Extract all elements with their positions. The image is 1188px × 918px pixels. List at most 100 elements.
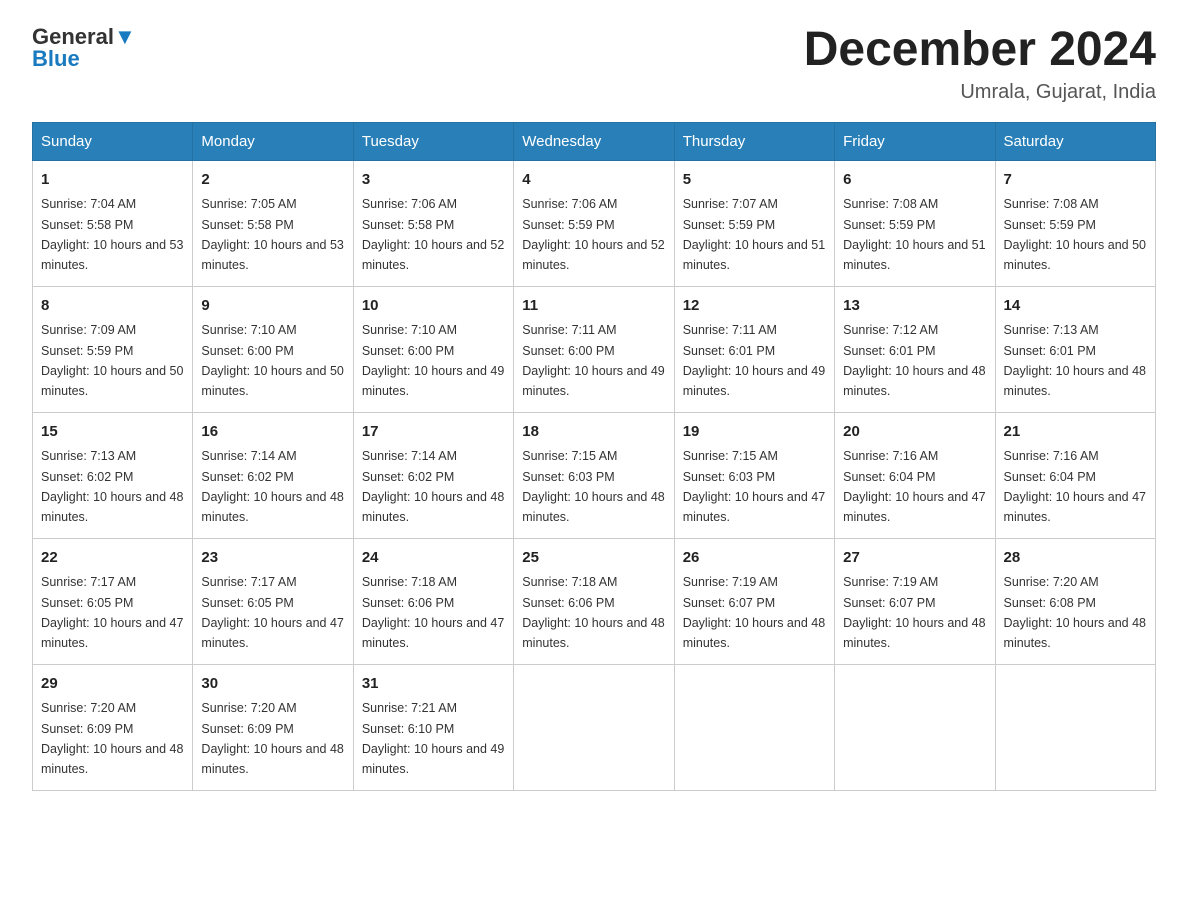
day-number: 24: [362, 547, 505, 570]
table-row: 30 Sunrise: 7:20 AMSunset: 6:09 PMDayligh…: [193, 664, 353, 790]
table-row: [674, 664, 834, 790]
day-number: 17: [362, 421, 505, 444]
table-row: 25 Sunrise: 7:18 AMSunset: 6:06 PMDayligh…: [514, 538, 674, 664]
calendar-week-row: 1 Sunrise: 7:04 AMSunset: 5:58 PMDaylight…: [33, 160, 1156, 286]
table-row: 10Sunrise: 7:10 AMSunset: 6:00 PMDayligh…: [353, 286, 513, 412]
day-info: Sunrise: 7:20 AMSunset: 6:08 PMDaylight:…: [1004, 575, 1146, 650]
table-row: 12 Sunrise: 7:11 AMSunset: 6:01 PMDayligh…: [674, 286, 834, 412]
day-number: 2: [201, 169, 344, 192]
table-row: 1 Sunrise: 7:04 AMSunset: 5:58 PMDaylight…: [33, 160, 193, 286]
table-row: 29 Sunrise: 7:20 AMSunset: 6:09 PMDayligh…: [33, 664, 193, 790]
day-number: 19: [683, 421, 826, 444]
day-number: 5: [683, 169, 826, 192]
day-number: 13: [843, 295, 986, 318]
day-number: 25: [522, 547, 665, 570]
logo-triangle-icon: ▼: [114, 24, 136, 49]
day-info: Sunrise: 7:10 AMSunset: 6:00 PMDaylight:…: [201, 323, 343, 398]
day-number: 26: [683, 547, 826, 570]
table-row: 17 Sunrise: 7:14 AMSunset: 6:02 PMDayligh…: [353, 412, 513, 538]
day-info: Sunrise: 7:17 AMSunset: 6:05 PMDaylight:…: [201, 575, 343, 650]
day-info: Sunrise: 7:06 AMSunset: 5:59 PMDaylight:…: [522, 197, 664, 272]
day-info: Sunrise: 7:18 AMSunset: 6:06 PMDaylight:…: [362, 575, 504, 650]
table-row: 3Sunrise: 7:06 AMSunset: 5:58 PMDaylight…: [353, 160, 513, 286]
logo-blue-text: Blue: [32, 46, 80, 72]
day-info: Sunrise: 7:04 AMSunset: 5:58 PMDaylight:…: [41, 197, 183, 272]
day-info: Sunrise: 7:11 AMSunset: 6:01 PMDaylight:…: [683, 323, 825, 398]
col-monday: Monday: [193, 122, 353, 160]
day-number: 27: [843, 547, 986, 570]
day-number: 29: [41, 673, 184, 696]
calendar-header-row: Sunday Monday Tuesday Wednesday Thursday…: [33, 122, 1156, 160]
col-sunday: Sunday: [33, 122, 193, 160]
day-info: Sunrise: 7:20 AMSunset: 6:09 PMDaylight:…: [41, 701, 183, 776]
table-row: [835, 664, 995, 790]
day-number: 7: [1004, 169, 1147, 192]
col-wednesday: Wednesday: [514, 122, 674, 160]
day-info: Sunrise: 7:15 AMSunset: 6:03 PMDaylight:…: [683, 449, 825, 524]
day-info: Sunrise: 7:12 AMSunset: 6:01 PMDaylight:…: [843, 323, 985, 398]
day-info: Sunrise: 7:18 AMSunset: 6:06 PMDaylight:…: [522, 575, 664, 650]
table-row: 19 Sunrise: 7:15 AMSunset: 6:03 PMDayligh…: [674, 412, 834, 538]
day-info: Sunrise: 7:07 AMSunset: 5:59 PMDaylight:…: [683, 197, 825, 272]
day-number: 31: [362, 673, 505, 696]
col-tuesday: Tuesday: [353, 122, 513, 160]
day-info: Sunrise: 7:15 AMSunset: 6:03 PMDaylight:…: [522, 449, 664, 524]
table-row: 20Sunrise: 7:16 AMSunset: 6:04 PMDayligh…: [835, 412, 995, 538]
day-info: Sunrise: 7:13 AMSunset: 6:01 PMDaylight:…: [1004, 323, 1146, 398]
day-number: 30: [201, 673, 344, 696]
day-info: Sunrise: 7:20 AMSunset: 6:09 PMDaylight:…: [201, 701, 343, 776]
table-row: 9 Sunrise: 7:10 AMSunset: 6:00 PMDaylight…: [193, 286, 353, 412]
day-info: Sunrise: 7:09 AMSunset: 5:59 PMDaylight:…: [41, 323, 183, 398]
logo: General▼ Blue: [32, 24, 136, 72]
col-friday: Friday: [835, 122, 995, 160]
day-info: Sunrise: 7:14 AMSunset: 6:02 PMDaylight:…: [201, 449, 343, 524]
day-info: Sunrise: 7:08 AMSunset: 5:59 PMDaylight:…: [1004, 197, 1146, 272]
table-row: 16Sunrise: 7:14 AMSunset: 6:02 PMDayligh…: [193, 412, 353, 538]
table-row: 31Sunrise: 7:21 AMSunset: 6:10 PMDayligh…: [353, 664, 513, 790]
table-row: 7 Sunrise: 7:08 AMSunset: 5:59 PMDaylight…: [995, 160, 1155, 286]
table-row: [514, 664, 674, 790]
day-info: Sunrise: 7:06 AMSunset: 5:58 PMDaylight:…: [362, 197, 504, 272]
day-number: 21: [1004, 421, 1147, 444]
day-info: Sunrise: 7:11 AMSunset: 6:00 PMDaylight:…: [522, 323, 664, 398]
table-row: 21Sunrise: 7:16 AMSunset: 6:04 PMDayligh…: [995, 412, 1155, 538]
table-row: 6Sunrise: 7:08 AMSunset: 5:59 PMDaylight…: [835, 160, 995, 286]
day-info: Sunrise: 7:19 AMSunset: 6:07 PMDaylight:…: [843, 575, 985, 650]
day-number: 15: [41, 421, 184, 444]
day-info: Sunrise: 7:10 AMSunset: 6:00 PMDaylight:…: [362, 323, 504, 398]
calendar-week-row: 15 Sunrise: 7:13 AMSunset: 6:02 PMDayligh…: [33, 412, 1156, 538]
day-number: 4: [522, 169, 665, 192]
calendar-week-row: 22 Sunrise: 7:17 AMSunset: 6:05 PMDayligh…: [33, 538, 1156, 664]
location-label: Umrala, Gujarat, India: [804, 81, 1156, 104]
table-row: 18 Sunrise: 7:15 AMSunset: 6:03 PMDayligh…: [514, 412, 674, 538]
day-number: 11: [522, 295, 665, 318]
table-row: 2Sunrise: 7:05 AMSunset: 5:58 PMDaylight…: [193, 160, 353, 286]
day-number: 14: [1004, 295, 1147, 318]
day-number: 12: [683, 295, 826, 318]
page-header: General▼ Blue December 2024 Umrala, Guja…: [32, 24, 1156, 104]
table-row: 24 Sunrise: 7:18 AMSunset: 6:06 PMDayligh…: [353, 538, 513, 664]
table-row: 23 Sunrise: 7:17 AMSunset: 6:05 PMDayligh…: [193, 538, 353, 664]
table-row: 28Sunrise: 7:20 AMSunset: 6:08 PMDayligh…: [995, 538, 1155, 664]
calendar-table: Sunday Monday Tuesday Wednesday Thursday…: [32, 122, 1156, 791]
day-number: 23: [201, 547, 344, 570]
month-title: December 2024: [804, 24, 1156, 77]
col-saturday: Saturday: [995, 122, 1155, 160]
day-number: 22: [41, 547, 184, 570]
table-row: 11 Sunrise: 7:11 AMSunset: 6:00 PMDayligh…: [514, 286, 674, 412]
title-section: December 2024 Umrala, Gujarat, India: [804, 24, 1156, 104]
day-info: Sunrise: 7:13 AMSunset: 6:02 PMDaylight:…: [41, 449, 183, 524]
day-number: 9: [201, 295, 344, 318]
day-number: 8: [41, 295, 184, 318]
day-info: Sunrise: 7:14 AMSunset: 6:02 PMDaylight:…: [362, 449, 504, 524]
table-row: 22Sunrise: 7:17 AMSunset: 6:05 PMDayligh…: [33, 538, 193, 664]
day-number: 18: [522, 421, 665, 444]
table-row: 26 Sunrise: 7:19 AMSunset: 6:07 PMDayligh…: [674, 538, 834, 664]
calendar-week-row: 29 Sunrise: 7:20 AMSunset: 6:09 PMDayligh…: [33, 664, 1156, 790]
day-info: Sunrise: 7:19 AMSunset: 6:07 PMDaylight:…: [683, 575, 825, 650]
table-row: 27 Sunrise: 7:19 AMSunset: 6:07 PMDayligh…: [835, 538, 995, 664]
table-row: 13 Sunrise: 7:12 AMSunset: 6:01 PMDayligh…: [835, 286, 995, 412]
table-row: 4 Sunrise: 7:06 AMSunset: 5:59 PMDaylight…: [514, 160, 674, 286]
day-number: 1: [41, 169, 184, 192]
day-number: 6: [843, 169, 986, 192]
